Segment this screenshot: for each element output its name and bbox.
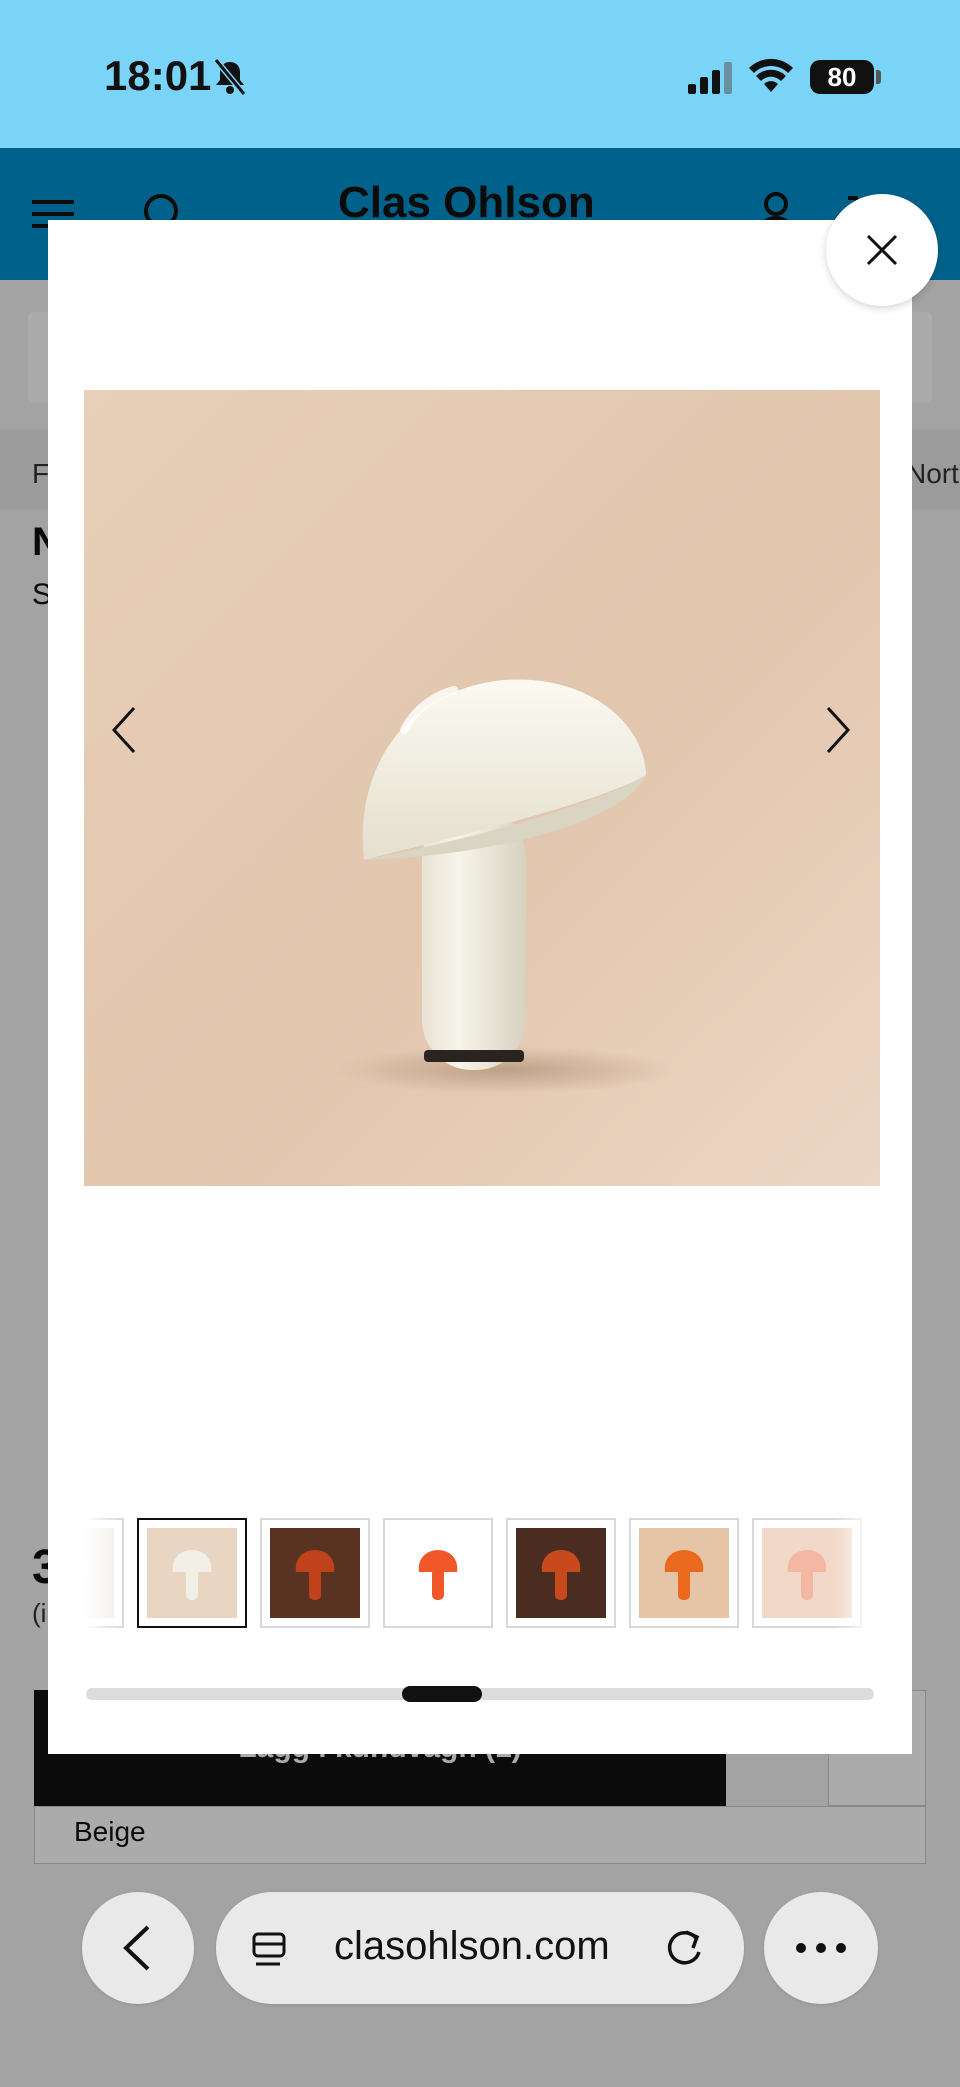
thumbnail-image [516,1528,606,1618]
thumbnail-image [147,1528,237,1618]
bell-slash-icon [213,58,247,96]
battery-tip [876,70,881,84]
next-image-arrow-icon[interactable] [818,700,858,760]
thumbnail-strip[interactable] [84,1518,874,1628]
thumb-orange-lamp-beige[interactable] [629,1518,739,1628]
thumb-red-lamp-tilted-lit[interactable] [506,1518,616,1628]
more-icon [796,1943,846,1953]
thumb-orange-lamp-white[interactable] [383,1518,493,1628]
close-modal-button[interactable] [826,194,938,306]
browser-more-button[interactable] [764,1892,878,2004]
close-icon [866,234,898,266]
thumbnail-scrollbar-handle[interactable] [402,1686,482,1702]
back-icon [123,1925,150,1971]
signal-icon [688,62,732,94]
thumbnail-image [393,1528,483,1618]
wifi-icon [749,58,793,92]
address-bar[interactable]: clasohlson.com [216,1892,744,2004]
product-main-image[interactable] [84,390,880,1186]
thumb-white-lamp-beige[interactable] [137,1518,247,1628]
thumbnail-image [639,1528,729,1618]
thumbnail-fade-right [834,1518,874,1628]
tabs-icon[interactable] [250,1930,290,1970]
thumb-red-lamp-lit[interactable] [260,1518,370,1628]
thumbnail-image [270,1528,360,1618]
previous-image-arrow-icon[interactable] [104,700,144,760]
thumbnail-fade-left [84,1518,124,1628]
reload-icon[interactable] [662,1926,706,1970]
browser-back-button[interactable] [82,1892,194,2004]
url-text: clasohlson.com [334,1924,610,1968]
battery-icon: 80 [810,60,874,94]
lamp-photo [84,390,880,1186]
status-time: 18:01 [104,52,212,99]
